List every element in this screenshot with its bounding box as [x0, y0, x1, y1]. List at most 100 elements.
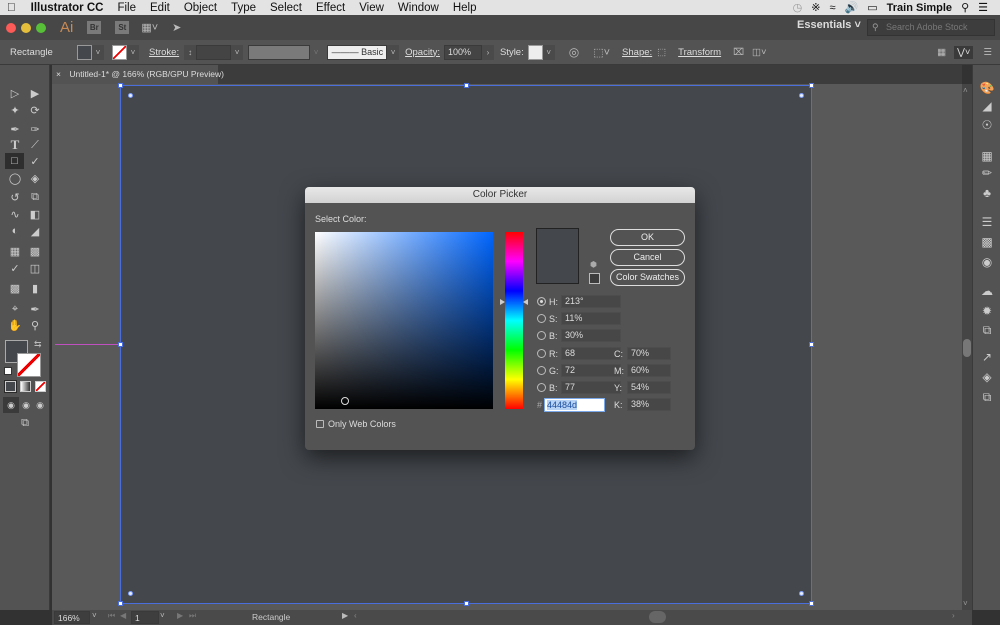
arrange-panels-icon[interactable]: ⋁˅	[954, 45, 974, 59]
magic-wand-tool-icon[interactable]: ✦	[7, 102, 23, 118]
draw-inside-icon[interactable]: ◉	[32, 397, 48, 413]
recolor-artwork-icon[interactable]: ◎	[569, 45, 579, 59]
opacity-input[interactable]: 100%	[443, 44, 482, 60]
stroke-weight-input[interactable]	[196, 44, 232, 60]
menu-app-name[interactable]: Illustrator CC	[23, 2, 111, 14]
menu-edit[interactable]: Edit	[143, 2, 177, 14]
vertical-scroll-thumb[interactable]	[963, 339, 971, 357]
current-tool-status[interactable]: Rectangle	[252, 612, 290, 622]
menu-file[interactable]: File	[110, 2, 143, 14]
resize-handle-top-right[interactable]	[809, 83, 814, 88]
hand-tool-icon[interactable]: ✋	[7, 317, 23, 333]
ok-button[interactable]: OK	[610, 229, 685, 246]
menu-type[interactable]: Type	[224, 2, 263, 14]
first-artboard-icon[interactable]: ⏮	[108, 611, 115, 621]
cancel-button[interactable]: Cancel	[610, 249, 685, 266]
magenta-input[interactable]: 60%	[627, 364, 671, 377]
make-mask-icon[interactable]: ◫˅	[752, 47, 767, 58]
control-bar-menu-icon[interactable]: ☰	[983, 47, 992, 58]
fill-swatch[interactable]	[77, 44, 92, 60]
stroke-weight-dropdown[interactable]: ˅	[231, 44, 244, 60]
resize-handle-bottom[interactable]	[464, 601, 469, 606]
color-swatches-button[interactable]: Color Swatches	[610, 269, 685, 286]
zoom-dropdown-icon[interactable]: ˅	[92, 611, 97, 620]
free-transform-tool-icon[interactable]: ◧	[27, 206, 43, 222]
red-radio[interactable]	[537, 349, 546, 358]
gradient-mode-button[interactable]	[20, 381, 31, 392]
close-tab-icon[interactable]: ×	[56, 69, 61, 79]
hue-input[interactable]: 213°	[561, 295, 621, 308]
web-safe-warning-icon[interactable]: ⬢	[590, 260, 597, 269]
blue-input[interactable]: 77	[561, 381, 621, 394]
scroll-down-icon[interactable]: ˅	[963, 599, 968, 608]
resize-handle-bottom-left[interactable]	[118, 601, 123, 606]
gradient-panel-icon[interactable]: ◢	[979, 99, 995, 113]
variable-width-profile[interactable]	[248, 44, 311, 60]
lasso-tool-icon[interactable]: ⟳	[27, 102, 43, 118]
mesh-tool-icon[interactable]: ▦	[7, 243, 23, 259]
scroll-left-icon[interactable]: ‹	[354, 611, 357, 620]
color-field-marker[interactable]	[341, 397, 349, 405]
scroll-up-icon[interactable]: ˄	[963, 86, 968, 95]
volume-icon[interactable]: 🔊	[845, 1, 859, 14]
minimize-window-button[interactable]	[21, 22, 31, 33]
zoom-level-input[interactable]: 166%	[54, 611, 90, 624]
corner-widget-bottom-left[interactable]	[128, 591, 133, 596]
rectangle-tool-icon[interactable]: □	[5, 153, 24, 169]
last-artboard-icon[interactable]: ⏭	[189, 611, 196, 621]
green-input[interactable]: 72	[561, 364, 621, 377]
artboard-number-input[interactable]: 1	[131, 611, 159, 624]
panel-grid-icon[interactable]: ▦	[937, 47, 946, 58]
warp-tool-icon[interactable]: ∿	[7, 206, 23, 222]
transform-label[interactable]: Transform	[678, 47, 721, 58]
horizontal-scroll-thumb[interactable]	[649, 611, 666, 623]
column-graph-tool-icon[interactable]: ▮	[27, 280, 43, 296]
status-menu-icon[interactable]: ▶	[342, 611, 348, 620]
arrange-documents-icon[interactable]: ▦˅	[141, 21, 158, 34]
zoom-tool-icon[interactable]: ⚲	[27, 317, 43, 333]
slice-tool-icon[interactable]: ✒	[27, 301, 43, 317]
cc-libraries-icon[interactable]: ☁	[979, 284, 995, 298]
close-window-button[interactable]	[6, 22, 16, 33]
yellow-input[interactable]: 54%	[627, 381, 671, 394]
previous-artboard-icon[interactable]: ◀	[120, 611, 126, 620]
corner-widget-bottom-right[interactable]	[799, 591, 804, 596]
saturation-brightness-field[interactable]	[315, 232, 493, 409]
brightness-radio[interactable]	[537, 331, 546, 340]
green-radio[interactable]	[537, 366, 546, 375]
graphic-style-swatch[interactable]	[527, 44, 543, 60]
gradient-tool-icon[interactable]: ▩	[27, 243, 43, 259]
swatches-panel-icon[interactable]: ▦	[979, 149, 995, 163]
stroke-color-box[interactable]	[17, 353, 41, 377]
scroll-right-icon[interactable]: ›	[952, 611, 955, 620]
battery-icon[interactable]: ▭	[867, 1, 877, 14]
stroke-dropdown[interactable]: ˅	[127, 44, 139, 60]
stroke-weight-stepper[interactable]: ↕	[184, 44, 197, 60]
type-tool-icon[interactable]: T	[7, 137, 23, 153]
web-safe-color-swatch[interactable]	[589, 273, 600, 284]
adobe-stock-search-input[interactable]: ⚲ Search Adobe Stock	[867, 19, 995, 36]
hue-slider-handle-right[interactable]	[523, 299, 528, 305]
saturation-radio[interactable]	[537, 314, 546, 323]
menu-object[interactable]: Object	[177, 2, 224, 14]
opacity-expand[interactable]: ›	[481, 44, 494, 60]
perspective-grid-tool-icon[interactable]: ◢	[27, 223, 43, 239]
only-web-colors-option[interactable]: Only Web Colors	[316, 419, 396, 429]
resize-handle-top[interactable]	[464, 83, 469, 88]
profile-dropdown[interactable]: ˅	[310, 45, 322, 60]
stock-button[interactable]: St	[115, 21, 130, 34]
black-input[interactable]: 38%	[627, 398, 671, 411]
corner-widget-top-left[interactable]	[128, 93, 133, 98]
resize-handle-bottom-right[interactable]	[809, 601, 814, 606]
corner-widget-top-right[interactable]	[799, 93, 804, 98]
export-asset-icon[interactable]: ↗	[979, 350, 995, 364]
draw-normal-icon[interactable]: ◉	[3, 397, 19, 413]
shape-label[interactable]: Shape:	[622, 47, 652, 58]
pen-tool-icon[interactable]: ✒	[7, 121, 23, 137]
bridge-button[interactable]: Br	[87, 21, 102, 34]
shape-builder-tool-icon[interactable]: ◐	[7, 223, 23, 239]
dialog-title[interactable]: Color Picker	[305, 187, 695, 203]
direct-selection-tool-icon[interactable]: ▶	[27, 85, 43, 101]
image-trace-icon[interactable]: ✹	[979, 304, 995, 318]
time-machine-icon[interactable]: ◷	[793, 1, 803, 14]
